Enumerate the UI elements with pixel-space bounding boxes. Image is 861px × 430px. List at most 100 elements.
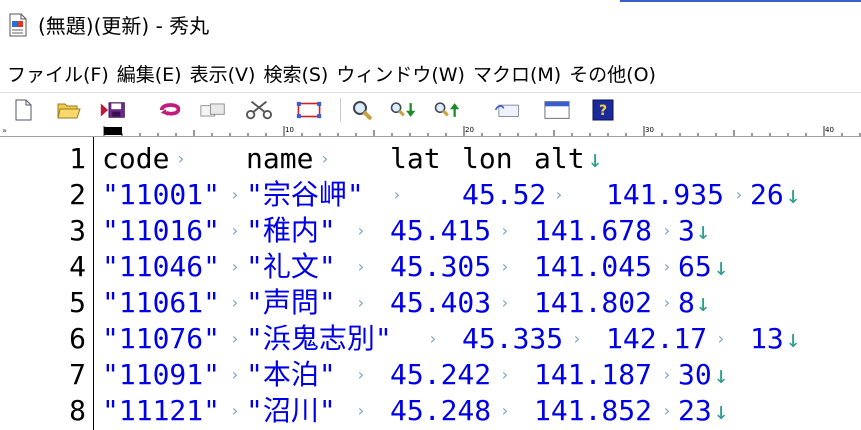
menu-window[interactable]: ウィンドウ(W) xyxy=(335,60,466,87)
window-icon[interactable] xyxy=(544,97,570,123)
editor-line[interactable]: 1 code › name › lat lon alt ↓ xyxy=(0,141,861,177)
ruler-caret xyxy=(104,127,122,135)
editor-line[interactable]: 2 "11001" › "宗谷岬" › 45.52 › 141.935 › 26 ↓ xyxy=(0,177,861,213)
tab-mark-icon: › xyxy=(716,329,726,348)
cell-text: "11046" xyxy=(102,250,221,283)
cell-text: "宗谷岬" xyxy=(246,178,364,211)
cell-text: "沼川" xyxy=(246,394,336,427)
cell-text: 45.335 xyxy=(462,322,564,355)
cell-text: lat xyxy=(390,142,441,175)
title-bar[interactable]: (無題)(更新) - 秀丸 xyxy=(0,0,861,52)
tab-mark-icon: › xyxy=(662,257,672,276)
line-number: 2 xyxy=(69,178,86,211)
toolbar: ? xyxy=(0,92,861,128)
cell-text: 141.852 xyxy=(534,394,653,427)
cell-text: "礼文" xyxy=(246,250,336,283)
cell-text: 45.52 xyxy=(462,178,547,211)
line-number: 6 xyxy=(69,322,86,355)
editor-line[interactable]: 5 "11061" › "声問" › 45.403 › 141.802 › 8 ↓ xyxy=(0,285,861,321)
cell-text: 13 xyxy=(750,322,784,355)
cell-text: 45.305 xyxy=(390,250,492,283)
cell-text: name xyxy=(246,142,314,175)
cell-text: 26 xyxy=(750,178,784,211)
tab-mark-icon: › xyxy=(356,257,366,276)
undo-icon[interactable] xyxy=(158,97,184,123)
paste-icon[interactable] xyxy=(296,97,322,123)
newline-mark-icon: ↓ xyxy=(696,289,711,317)
newline-mark-icon: ↓ xyxy=(786,325,801,353)
tab-mark-icon: › xyxy=(500,401,510,420)
cell-text: "11016" xyxy=(102,214,221,247)
line-number: 8 xyxy=(69,394,86,427)
newline-mark-icon: ↓ xyxy=(714,361,729,389)
document-icon[interactable] xyxy=(9,13,27,37)
editor-line[interactable]: 8 "11121" › "沼川" › 45.248 › 141.852 › 23 ↓ xyxy=(0,393,861,429)
find-icon[interactable] xyxy=(350,97,376,123)
new-file-icon[interactable] xyxy=(10,97,36,123)
text-editor[interactable]: 1 code › name › lat lon alt ↓ 2 "11001" › "宗谷岬" › 45.5… xyxy=(0,137,861,430)
newline-mark-icon: ↓ xyxy=(714,397,729,425)
window-title: (無題)(更新) - 秀丸 xyxy=(38,14,210,38)
cell-text: 141.187 xyxy=(534,358,653,391)
find-up-icon[interactable] xyxy=(434,97,460,123)
line-number: 4 xyxy=(69,250,86,283)
line-number: 1 xyxy=(69,142,86,175)
tab-mark-icon: › xyxy=(356,401,366,420)
cell-text: code xyxy=(102,142,170,175)
editor-line[interactable]: 3 "11016" › "稚内" › 45.415 › 141.678 › 3 ↓ xyxy=(0,213,861,249)
cell-text: "11076" xyxy=(102,322,221,355)
tab-mark-icon: › xyxy=(356,365,366,384)
save-icon[interactable] xyxy=(100,97,126,123)
tab-mark-icon: › xyxy=(734,185,744,204)
ruler: » 10 20 30 40 xyxy=(0,126,861,137)
tab-mark-icon: › xyxy=(572,329,582,348)
menu-view[interactable]: 表示(V) xyxy=(189,60,257,87)
menu-macro[interactable]: マクロ(M) xyxy=(472,60,562,87)
ruler-label: 20 xyxy=(465,126,474,134)
menu-search[interactable]: 検索(S) xyxy=(262,60,329,87)
newline-mark-icon: ↓ xyxy=(696,217,711,245)
cell-text: alt xyxy=(534,142,585,175)
tab-mark-icon: › xyxy=(500,365,510,384)
cell-text: "11121" xyxy=(102,394,221,427)
menu-file[interactable]: ファイル(F) xyxy=(6,60,110,87)
ruler-label: 10 xyxy=(285,126,294,134)
editor-line[interactable]: 6 "11076" › "浜鬼志別" › 45.335 › 142.17 › 13 ↓ xyxy=(0,321,861,357)
cut-icon[interactable] xyxy=(246,97,272,123)
line-number: 3 xyxy=(69,214,86,247)
cell-text: 23 xyxy=(678,394,712,427)
tab-mark-icon: › xyxy=(392,185,402,204)
help-icon[interactable]: ? xyxy=(590,97,616,123)
svg-text:?: ? xyxy=(599,103,607,119)
tab-mark-icon: › xyxy=(176,149,186,168)
cell-text: 141.678 xyxy=(534,214,653,247)
editor-line[interactable]: 4 "11046" › "礼文" › 45.305 › 141.045 › 65 ↓ xyxy=(0,249,861,285)
cell-text: "声問" xyxy=(246,286,336,319)
menu-other[interactable]: その他(O) xyxy=(568,60,657,87)
cell-text: 3 xyxy=(678,214,695,247)
menu-edit[interactable]: 編集(E) xyxy=(116,60,183,87)
tab-mark-icon: › xyxy=(500,257,510,276)
cell-text: 141.045 xyxy=(534,250,653,283)
ruler-ticks xyxy=(103,126,861,136)
cell-text: 141.935 xyxy=(606,178,725,211)
title-accent xyxy=(620,0,861,2)
cell-text: 45.403 xyxy=(390,286,492,319)
tab-mark-icon: › xyxy=(662,293,672,312)
grep-icon[interactable] xyxy=(494,97,520,123)
cell-text: "浜鬼志別" xyxy=(246,322,392,355)
cell-text: lon xyxy=(462,142,513,175)
tab-mark-icon: › xyxy=(230,401,240,420)
line-number: 7 xyxy=(69,358,86,391)
open-folder-icon[interactable] xyxy=(56,97,82,123)
cell-text: 45.248 xyxy=(390,394,492,427)
copy-icon[interactable] xyxy=(200,97,226,123)
editor-line[interactable]: 7 "11091" › "本泊" › 45.242 › 141.187 › 30 ↓ xyxy=(0,357,861,393)
tab-mark-icon: › xyxy=(320,149,330,168)
line-number: 5 xyxy=(69,286,86,319)
cell-text: 141.802 xyxy=(534,286,653,319)
cell-text: 45.415 xyxy=(390,214,492,247)
tab-mark-icon: › xyxy=(356,293,366,312)
find-down-icon[interactable] xyxy=(390,97,416,123)
newline-mark-icon: ↓ xyxy=(714,253,729,281)
